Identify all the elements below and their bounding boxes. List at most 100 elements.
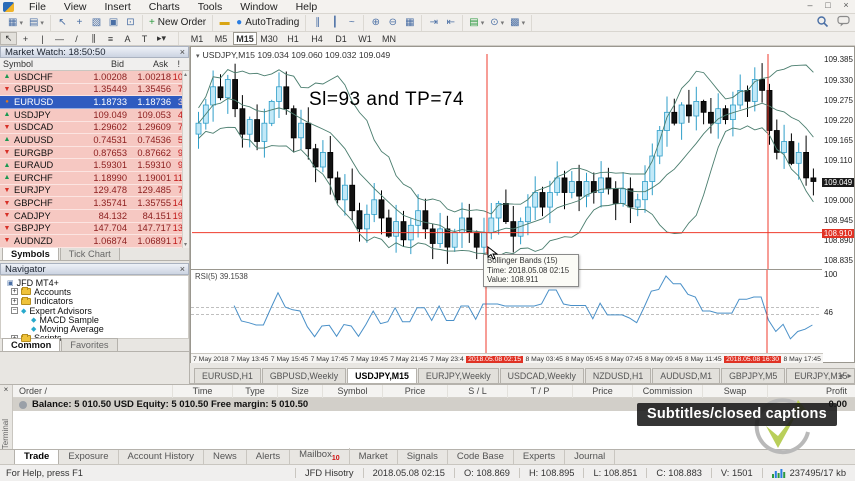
timeframe-h1[interactable]: H1: [281, 32, 305, 45]
tab-trade[interactable]: Trade: [14, 449, 60, 464]
symbol-row-euraud[interactable]: ▲ EURAUD 1.59301 1.59310 9: [0, 159, 189, 172]
tree-item-accounts[interactable]: + Accounts: [3, 287, 188, 297]
tab-market[interactable]: Market: [350, 450, 398, 464]
terminal-column-time[interactable]: Time: [173, 385, 233, 398]
cursor-icon[interactable]: ↖: [0, 32, 17, 45]
symbol-row-audnzd[interactable]: ▼ AUDNZD 1.06874 1.06891 17: [0, 235, 189, 248]
chart-cursor-icon[interactable]: ↖: [54, 15, 71, 30]
text-label-icon[interactable]: T: [136, 32, 153, 45]
menu-charts[interactable]: Charts: [140, 1, 189, 13]
zoom-in-icon[interactable]: ⊕: [367, 15, 384, 30]
chat-icon[interactable]: [837, 15, 851, 28]
terminal-column-price[interactable]: Price: [383, 385, 448, 398]
tab-journal[interactable]: Journal: [565, 450, 616, 464]
chart-tab-nzdusd-h1[interactable]: NZDUSD,H1: [584, 368, 652, 383]
close-icon[interactable]: ×: [180, 264, 185, 274]
tree-item-expert-advisors[interactable]: − ◆ Expert Advisors: [3, 306, 188, 316]
new-chart-icon[interactable]: ▦ ▾: [5, 15, 26, 30]
price-pane[interactable]: ▾ USDJPY,M15 109.034 109.060 109.032 109.…: [191, 47, 823, 269]
terminal-column-size[interactable]: Size: [278, 385, 323, 398]
candlestick-chart[interactable]: [192, 54, 822, 272]
search-icon[interactable]: [816, 15, 829, 28]
terminal-column-sl[interactable]: S / L: [448, 385, 508, 398]
crosshair-tool-icon[interactable]: +: [17, 32, 34, 45]
bar-chart-icon[interactable]: ∥: [309, 15, 326, 30]
auto-scroll-icon[interactable]: ⇥: [425, 15, 442, 30]
chart-tab-usdcad-weekly[interactable]: USDCAD,Weekly: [499, 368, 584, 383]
tab-account-history[interactable]: Account History: [119, 450, 205, 464]
tab-scroll-left-icon[interactable]: ◄: [837, 373, 844, 380]
menu-insert[interactable]: Insert: [96, 1, 140, 13]
tree-item-indicators[interactable]: + Indicators: [3, 296, 188, 306]
zoom-out-icon[interactable]: ⊖: [384, 15, 401, 30]
symbol-row-audusd[interactable]: ▲ AUDUSD 0.74531 0.74536 5: [0, 134, 189, 147]
chart-tab-eurjpy-weekly[interactable]: EURJPY,Weekly: [417, 368, 499, 383]
timeframe-h4[interactable]: H4: [305, 32, 329, 45]
chevron-down-icon[interactable]: ▾: [196, 53, 200, 60]
fibonacci-icon[interactable]: ≡: [102, 32, 119, 45]
tile-windows-icon[interactable]: ▦: [401, 15, 418, 30]
timeframe-m15[interactable]: M15: [233, 32, 257, 45]
price-axis[interactable]: 109.385 109.330 109.275 109.220 109.165 109.1…: [822, 47, 854, 353]
column-bid[interactable]: Bid: [72, 59, 127, 69]
tab-favorites[interactable]: Favorites: [61, 338, 118, 351]
symbol-row-eurchf[interactable]: ▲ EURCHF 1.18990 1.19001 11: [0, 172, 189, 185]
menu-view[interactable]: View: [55, 1, 96, 13]
tree-item-macd-sample[interactable]: ◆ MACD Sample: [3, 315, 188, 325]
close-icon[interactable]: ×: [840, 0, 852, 10]
menu-window[interactable]: Window: [231, 1, 286, 13]
terminal-column-order[interactable]: Order /: [13, 385, 173, 398]
periods-icon[interactable]: ⊙ ▾: [487, 15, 507, 30]
symbol-row-eurusd[interactable]: ● EURUSD 1.18733 1.18736 3: [0, 96, 189, 109]
channel-icon[interactable]: ∥: [85, 32, 102, 45]
tab-tick-chart[interactable]: Tick Chart: [59, 247, 120, 260]
symbol-row-usdcad[interactable]: ▼ USDCAD 1.29602 1.29609 7: [0, 121, 189, 135]
terminal-column-commission[interactable]: Commission: [633, 385, 703, 398]
indicators-icon[interactable]: ▤ ▾: [466, 15, 487, 30]
tab-code-base[interactable]: Code Base: [448, 450, 514, 464]
chart-tab-usdjpy-m15[interactable]: USDJPY,M15: [347, 368, 417, 383]
horizontal-line-icon[interactable]: —: [51, 32, 68, 45]
symbol-row-gbpjpy[interactable]: ▼ GBPJPY 147.704 147.717 13: [0, 222, 189, 236]
chart-tab-gbpusd-weekly[interactable]: GBPUSD,Weekly: [261, 368, 347, 383]
new-order-icon[interactable]: + New Order: [146, 15, 209, 30]
expander-icon[interactable]: −: [11, 307, 18, 315]
tab-symbols[interactable]: Symbols: [2, 247, 59, 260]
timeframe-m1[interactable]: M1: [185, 32, 209, 45]
timeframe-m5[interactable]: M5: [209, 32, 233, 45]
timeframe-w1[interactable]: W1: [353, 32, 377, 45]
tab-common[interactable]: Common: [2, 338, 61, 351]
menu-tools[interactable]: Tools: [189, 1, 232, 13]
tab-mailbox[interactable]: Mailbox10: [290, 448, 350, 464]
menu-file[interactable]: File: [20, 1, 55, 13]
symbol-row-eurgbp[interactable]: ▼ EURGBP 0.87653 0.87662 9: [0, 146, 189, 160]
tab-alerts[interactable]: Alerts: [247, 450, 291, 464]
tab-signals[interactable]: Signals: [398, 450, 448, 464]
tab-news[interactable]: News: [204, 450, 247, 464]
tab-exposure[interactable]: Exposure: [59, 450, 119, 464]
terminal-column-tp[interactable]: T / P: [508, 385, 573, 398]
terminal-column-type[interactable]: Type: [233, 385, 278, 398]
history-center-icon[interactable]: ▬: [216, 15, 233, 30]
scroll-down-icon[interactable]: ▾: [184, 241, 187, 248]
symbol-row-cadjpy[interactable]: ▼ CADJPY 84.132 84.151 19: [0, 209, 189, 223]
data-window-icon[interactable]: ▣: [105, 15, 122, 30]
chart-shift-icon[interactable]: ⇤: [442, 15, 459, 30]
symbol-row-gbpchf[interactable]: ▼ GBPCHF 1.35741 1.35755 14: [0, 197, 189, 210]
symbol-row-usdchf[interactable]: ▲ USDCHF 1.00208 1.00218 10: [0, 71, 189, 84]
tree-item-moving-average[interactable]: ◆ Moving Average: [3, 324, 188, 334]
timeframe-mn[interactable]: MN: [377, 32, 401, 45]
menu-help[interactable]: Help: [287, 1, 327, 13]
chart-tab-audusd-m1[interactable]: AUDUSD,M1: [652, 368, 721, 383]
templates-icon[interactable]: ▩ ▾: [507, 15, 528, 30]
scroll-up-icon[interactable]: ▴: [184, 71, 187, 78]
vertical-line-icon[interactable]: |: [34, 32, 51, 45]
expander-icon[interactable]: +: [11, 288, 18, 296]
objects-list-icon[interactable]: ▧: [88, 15, 105, 30]
trendline-icon[interactable]: /: [68, 32, 85, 45]
symbol-row-usdjpy[interactable]: ▲ USDJPY 109.049 109.053 4: [0, 108, 189, 122]
market-watch-scrollbar[interactable]: ▴ ▾: [182, 71, 189, 248]
minimize-icon[interactable]: ‒: [804, 0, 816, 10]
autotrading-icon[interactable]: ● AutoTrading: [233, 15, 302, 30]
line-chart-icon[interactable]: ~: [343, 15, 360, 30]
